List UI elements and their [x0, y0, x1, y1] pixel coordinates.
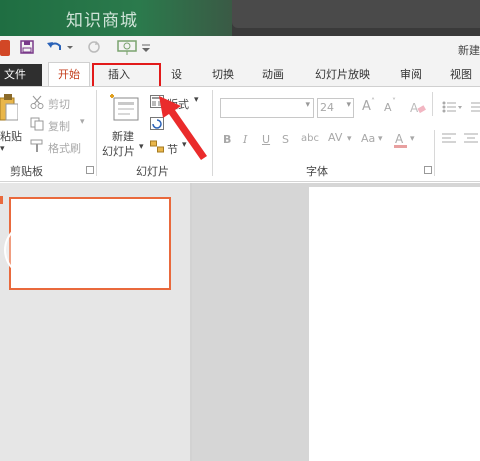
slides-group-label: 幻灯片 — [136, 165, 169, 178]
tab-home[interactable]: 开始 — [48, 62, 90, 87]
new-slide-label-2[interactable]: 幻灯片 — [102, 143, 135, 159]
bold-button[interactable]: B — [223, 133, 231, 146]
strikethrough-button[interactable]: S — [282, 133, 289, 146]
tab-slideshow[interactable]: 幻灯片放映 — [315, 66, 370, 84]
bullets-icon[interactable] — [442, 101, 462, 116]
font-size-dropdown-icon[interactable]: ▾ — [346, 100, 351, 110]
format-painter-icon[interactable] — [30, 139, 44, 156]
clipboard-group-label: 剪贴板 — [10, 165, 43, 178]
copy-icon[interactable] — [30, 117, 44, 134]
group-divider — [434, 130, 435, 176]
numbering-icon[interactable] — [468, 101, 480, 116]
char-spacing-dropdown-icon[interactable]: ▾ — [347, 134, 352, 144]
undo-dropdown-icon[interactable] — [67, 40, 73, 56]
svg-text:A: A — [410, 101, 419, 114]
font-name-input[interactable]: ▾ — [220, 98, 314, 118]
cut-icon[interactable] — [30, 95, 44, 112]
font-launcher-icon[interactable] — [424, 166, 432, 174]
redo-icon[interactable] — [87, 40, 101, 56]
paste-dropdown-icon[interactable]: ▾ — [0, 144, 5, 154]
copy-dropdown-icon[interactable]: ▾ — [80, 117, 85, 127]
tab-view[interactable]: 视图 — [450, 66, 472, 84]
align-center-icon[interactable] — [464, 133, 478, 148]
shadow-button[interactable]: abc — [301, 133, 319, 144]
present-icon[interactable] — [117, 40, 137, 56]
shrink-font-icon: ˅ — [392, 97, 396, 106]
clear-format-icon[interactable]: A — [410, 100, 426, 117]
change-case-button[interactable]: Aa — [361, 132, 375, 145]
format-painter-label[interactable]: 格式刷 — [48, 140, 81, 156]
shrink-font-button[interactable]: A — [384, 101, 392, 114]
copy-button-label[interactable]: 复制 — [48, 118, 70, 134]
new-slide-dropdown-icon[interactable]: ▾ — [139, 142, 144, 152]
new-slide-icon[interactable] — [108, 94, 140, 125]
back-button[interactable] — [4, 223, 58, 277]
app-icon[interactable] — [0, 40, 10, 56]
slide-number-marker — [0, 196, 3, 204]
underline-button[interactable]: U — [262, 133, 270, 146]
font-color-icon[interactable]: A — [394, 132, 408, 151]
tab-transitions[interactable]: 切换 — [212, 66, 234, 84]
tab-review[interactable]: 审阅 — [400, 66, 422, 84]
paste-icon[interactable] — [0, 92, 19, 122]
grow-font-icon: ˄ — [371, 97, 375, 106]
svg-text:A: A — [395, 132, 404, 146]
chevron-left-icon — [21, 235, 38, 265]
grow-font-button[interactable]: A — [362, 99, 371, 114]
red-arrow-annotation — [159, 96, 207, 160]
paste-button-label[interactable]: 粘贴 — [0, 128, 22, 144]
tab-design-label: 设计 — [171, 68, 182, 81]
undo-icon[interactable] — [46, 40, 64, 56]
current-slide[interactable] — [309, 187, 480, 461]
font-size-input[interactable]: 24 ▾ — [317, 98, 354, 118]
window-title: 新建 — [458, 44, 480, 57]
char-spacing-button[interactable]: AV — [328, 131, 342, 144]
align-left-icon[interactable] — [442, 133, 456, 148]
change-case-dropdown-icon[interactable]: ▾ — [378, 134, 383, 144]
tab-file[interactable]: 文件 — [0, 64, 42, 86]
font-name-dropdown-icon[interactable]: ▾ — [305, 100, 310, 110]
cut-button-label[interactable]: 剪切 — [48, 96, 70, 112]
watermark-text: 知识商城 — [66, 11, 138, 31]
tab-design[interactable]: 设计 — [162, 66, 182, 84]
group-divider — [96, 90, 97, 176]
font-size-value: 24 — [320, 101, 334, 114]
font-color-dropdown-icon[interactable]: ▾ — [410, 134, 415, 144]
banner-panel — [232, 0, 480, 28]
new-slide-label-1[interactable]: 新建 — [112, 128, 134, 144]
font-group-label: 字体 — [306, 165, 328, 178]
clipboard-launcher-icon[interactable] — [86, 166, 94, 174]
save-icon[interactable] — [20, 40, 34, 56]
italic-button[interactable]: I — [243, 133, 247, 146]
tab-animations[interactable]: 动画 — [262, 66, 284, 84]
customize-icon[interactable] — [142, 40, 150, 56]
group-divider — [432, 92, 433, 116]
